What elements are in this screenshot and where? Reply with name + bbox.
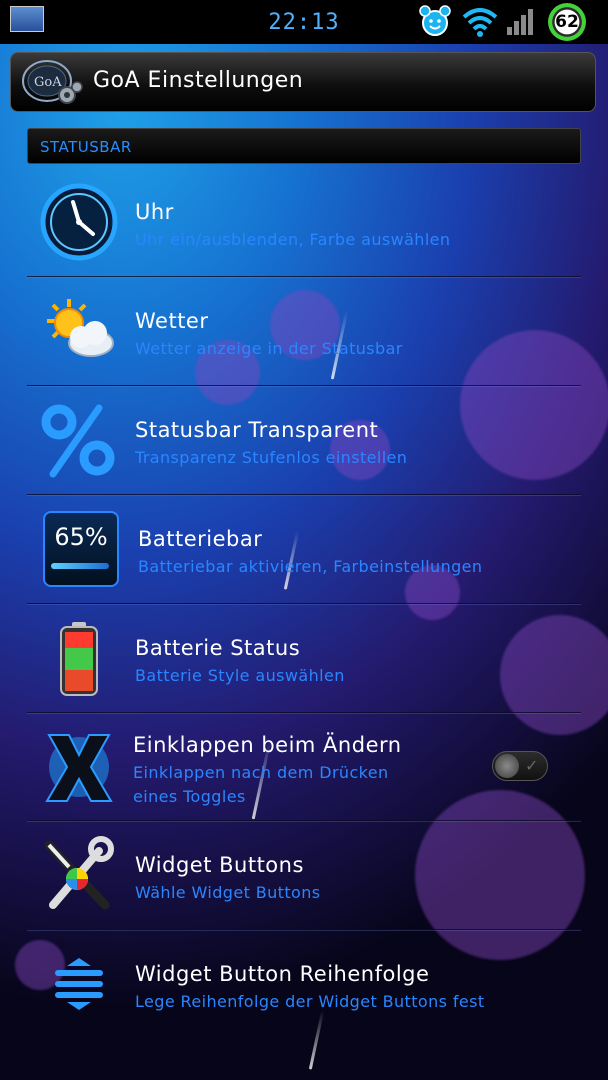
battery-percent-icon: 65% xyxy=(43,511,119,587)
setting-item-batterie-status[interactable]: Batterie Status Batterie Style auswählen xyxy=(27,604,581,712)
item-title: Widget Button Reihenfolge xyxy=(135,962,430,986)
app-title-bar: GoA GoA Einstellungen xyxy=(10,52,596,112)
item-title: Batterie Status xyxy=(135,636,301,660)
system-status-bar: 22:13 62 xyxy=(0,0,608,44)
item-subtitle-line2: eines Toggles xyxy=(133,787,246,806)
item-subtitle: Transparenz Stufenlos einstellen xyxy=(135,448,408,467)
item-title: Wetter xyxy=(135,309,209,333)
setting-item-statusbar-transparent[interactable]: Statusbar Transparent Transparenz Stufen… xyxy=(27,386,581,494)
battery-level: 62 xyxy=(555,12,579,32)
section-title: STATUSBAR xyxy=(40,138,132,156)
setting-item-einklappen[interactable]: Einklappen beim Ändern Einklappen nach d… xyxy=(27,713,581,821)
item-subtitle: Wetter anzeige in der Statusbar xyxy=(135,339,403,358)
setting-item-widget-button-reihenfolge[interactable]: Widget Button Reihenfolge Lege Reihenfol… xyxy=(27,930,581,1038)
wifi-icon xyxy=(462,8,498,37)
item-title: Widget Buttons xyxy=(135,853,304,877)
section-header-statusbar: STATUSBAR xyxy=(27,128,581,164)
setting-item-uhr[interactable]: Uhr Uhr ein/ausblenden, Farbe auswählen xyxy=(27,168,581,276)
collapse-toggle[interactable]: ✓ xyxy=(492,751,548,781)
alarm-clock-icon xyxy=(419,5,451,36)
item-subtitle: Wähle Widget Buttons xyxy=(135,883,321,902)
reorder-icon xyxy=(55,958,103,1010)
check-icon: ✓ xyxy=(525,756,539,775)
logo-text: GoA xyxy=(34,75,62,90)
tools-icon xyxy=(44,836,114,910)
toggle-knob xyxy=(495,754,519,778)
item-title: Batteriebar xyxy=(138,527,263,551)
signal-icon xyxy=(507,9,533,35)
item-title: Einklappen beim Ändern xyxy=(133,733,402,757)
percent-icon xyxy=(41,404,115,478)
item-title: Statusbar Transparent xyxy=(135,418,379,442)
setting-item-batteriebar[interactable]: 65% Batteriebar Batteriebar aktivieren, … xyxy=(27,495,581,603)
page-title: GoA Einstellungen xyxy=(93,68,304,93)
item-subtitle: Batteriebar aktivieren, Farbeinstellunge… xyxy=(138,557,483,576)
battery-percent-text: 65% xyxy=(54,523,108,551)
battery-bar-graphic xyxy=(51,563,109,569)
clock-icon xyxy=(40,183,118,261)
item-subtitle-line1: Einklappen nach dem Drücken xyxy=(133,763,389,782)
item-title: Uhr xyxy=(135,200,174,224)
item-subtitle: Uhr ein/ausblenden, Farbe auswählen xyxy=(135,230,451,249)
x-icon xyxy=(45,734,113,802)
battery-status-icon xyxy=(60,622,98,696)
item-subtitle: Lege Reihenfolge der Widget Buttons fest xyxy=(135,992,485,1011)
battery-icon: 62 xyxy=(548,3,586,41)
weather-icon xyxy=(47,299,114,357)
goa-logo-icon[interactable]: GoA xyxy=(19,57,83,109)
setting-item-wetter[interactable]: Wetter Wetter anzeige in der Statusbar xyxy=(27,277,581,385)
item-subtitle: Batterie Style auswählen xyxy=(135,666,345,685)
setting-item-widget-buttons[interactable]: Widget Buttons Wähle Widget Buttons xyxy=(27,821,581,929)
